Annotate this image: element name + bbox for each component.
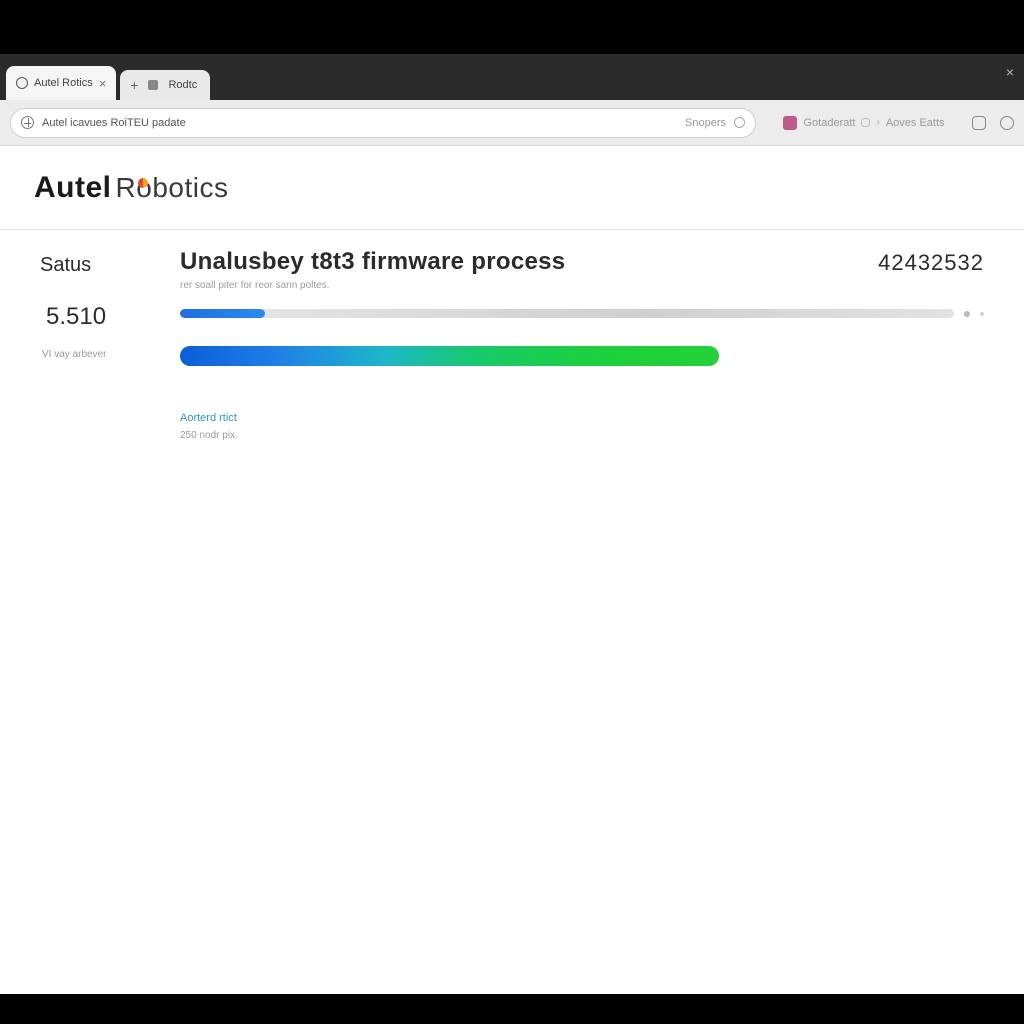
status-heading: Satus [40, 254, 158, 277]
progress-dot-icon [980, 312, 984, 316]
globe-icon [21, 116, 34, 129]
brand-header: Autel Robotics [0, 146, 1024, 230]
browser-tab-active[interactable]: Autel Rotics × [6, 66, 116, 100]
brand-word-2: Robotics [116, 172, 229, 204]
favicon-placeholder-icon [148, 80, 158, 90]
sidebar: Satus 5.510 VI vay arbever [40, 248, 158, 441]
meta-caption: 250 nodr pix. [180, 430, 984, 441]
toolbar-right [972, 116, 1014, 130]
square-icon [861, 118, 870, 127]
chevron-right-icon: › [876, 117, 879, 128]
browser-tab-new[interactable]: + Rodtc [120, 70, 210, 100]
extension-icon[interactable] [972, 116, 986, 130]
reload-icon[interactable] [734, 117, 745, 128]
address-suffix: Snopers [685, 117, 726, 129]
tab-close-icon[interactable]: × [99, 76, 107, 91]
address-bar[interactable]: Autel icavues RoiTEU padate Snopers [10, 108, 756, 138]
progress-thin-fill [180, 309, 265, 318]
browser-toolbar: Autel icavues RoiTEU padate Snopers Gota… [0, 100, 1024, 146]
tab-strip: Autel Rotics × + Rodtc × [0, 54, 1024, 100]
meta-link[interactable]: Aorterd rtict [180, 412, 984, 424]
window-close-icon[interactable]: × [1006, 64, 1014, 80]
page-subtitle: rer soall piter for reor sann poltes. [180, 280, 565, 291]
meta-block: Aorterd rtict 250 nodr pix. [180, 412, 984, 441]
page-body: Autel Robotics Satus 5.510 VI vay arbeve… [0, 146, 1024, 441]
tab-label: Rodtc [168, 79, 197, 91]
main-panel: Unalusbey t8t3 firmware process rer soal… [180, 248, 984, 441]
brand-o-icon: o [136, 172, 152, 204]
brand-logo[interactable]: Autel Robotics [34, 171, 228, 205]
breadcrumb-b: Aoves Eatts [886, 117, 945, 129]
profile-icon[interactable] [1000, 116, 1014, 130]
progress-thin[interactable] [180, 309, 954, 318]
tab-label: Autel Rotics [34, 77, 93, 89]
content-area: Satus 5.510 VI vay arbever Unalusbey t8t… [0, 230, 1024, 441]
globe-icon [16, 77, 28, 89]
brand-word-1: Autel [34, 171, 112, 205]
plus-icon[interactable]: + [130, 77, 138, 93]
browser-window: Autel Rotics × + Rodtc × Autel icavues R… [0, 54, 1024, 994]
progress-thick[interactable] [180, 346, 719, 366]
address-text: Autel icavues RoiTEU padate [42, 117, 186, 129]
app-badge-icon [783, 116, 797, 130]
page-title: Unalusbey t8t3 firmware process [180, 248, 565, 276]
status-caption: VI vay arbever [40, 349, 158, 360]
breadcrumb-pill[interactable]: Gotaderatt › Aoves Eatts [764, 108, 964, 138]
progress-dot-icon [964, 311, 970, 317]
page-counter: 42432532 [878, 248, 984, 276]
progress-thin-row [180, 309, 984, 318]
status-version: 5.510 [40, 303, 158, 331]
breadcrumb-a: Gotaderatt [803, 117, 855, 129]
